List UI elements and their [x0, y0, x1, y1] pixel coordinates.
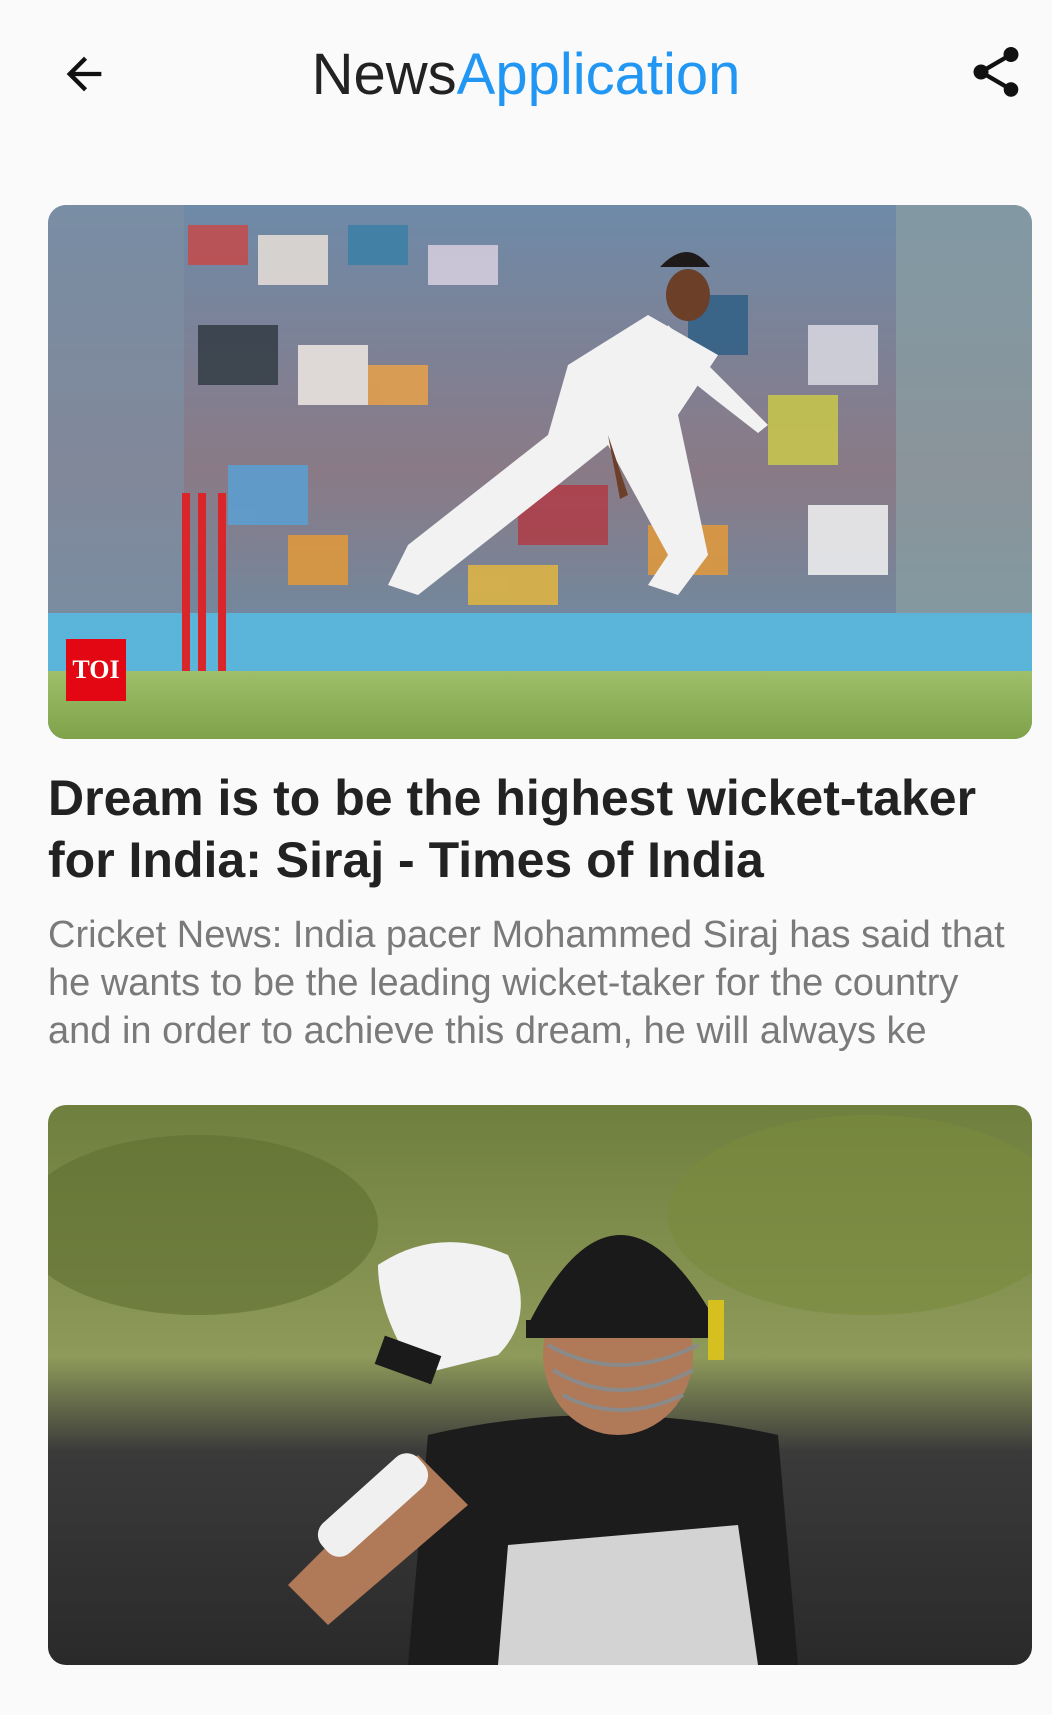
news-card-title[interactable]: Dream is to be the highest wicket-taker …: [48, 767, 1032, 891]
app-bar: NewsApplication: [0, 0, 1052, 150]
page-title: NewsApplication: [0, 40, 1052, 110]
news-list: TOI Dream is to be the highest wicket-ta…: [48, 205, 1032, 1715]
share-icon: [973, 47, 1019, 97]
news-card-image: [48, 1105, 1032, 1665]
title-part-news: News: [311, 42, 457, 107]
news-card-image: TOI: [48, 205, 1032, 739]
news-card[interactable]: [48, 1105, 1032, 1665]
news-card[interactable]: TOI Dream is to be the highest wicket-ta…: [48, 205, 1032, 1055]
toi-badge: TOI: [66, 639, 126, 701]
share-button[interactable]: [964, 40, 1028, 104]
news-card-description: Cricket News: India pacer Mohammed Siraj…: [48, 914, 1005, 1052]
title-part-application: Application: [456, 42, 741, 107]
